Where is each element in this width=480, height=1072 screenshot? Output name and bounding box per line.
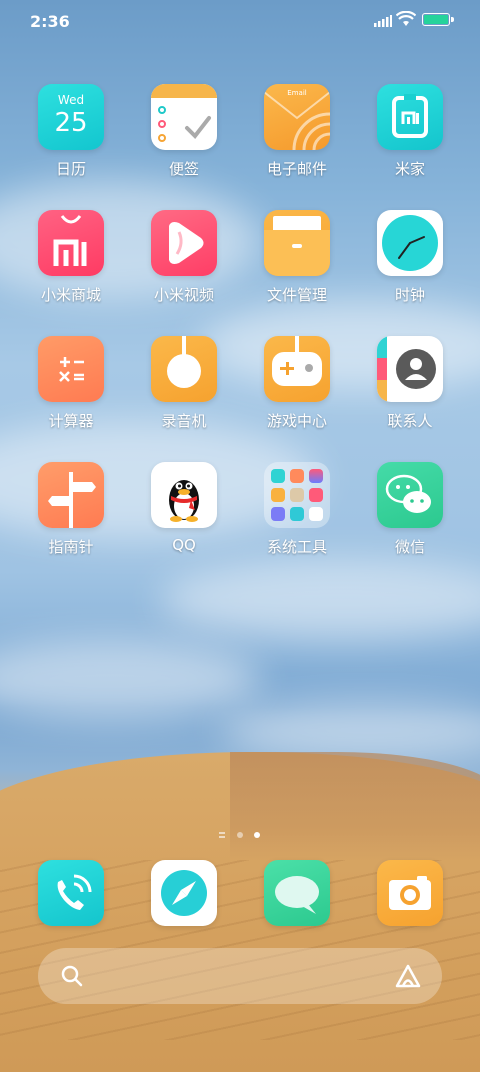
app-label: 时钟: [394, 286, 425, 304]
app-label: 计算器: [48, 412, 94, 430]
signpost-icon: [38, 462, 104, 528]
page-indicator[interactable]: [0, 830, 480, 840]
app-label: 米家: [394, 160, 425, 178]
email-icon: Email: [264, 84, 330, 150]
app-label: 系统工具: [266, 538, 327, 556]
clock-time: 2:36: [30, 12, 70, 31]
battery-icon: [422, 13, 454, 26]
app-label: 游戏中心: [266, 412, 327, 430]
page-dot[interactable]: [237, 832, 243, 838]
assistant-icon[interactable]: [394, 963, 422, 989]
app-label: QQ: [172, 536, 196, 554]
app-files[interactable]: 文件管理: [242, 210, 352, 305]
app-email[interactable]: Email 电子邮件: [242, 84, 352, 179]
app-qq[interactable]: QQ: [129, 462, 239, 554]
camera-icon: [377, 860, 443, 926]
dock-phone[interactable]: [38, 860, 104, 926]
app-recorder[interactable]: 录音机: [129, 336, 239, 431]
qq-penguin-icon: [151, 462, 217, 528]
search-icon[interactable]: [60, 964, 84, 988]
notes-icon: [151, 84, 217, 150]
app-wechat[interactable]: 微信: [355, 462, 465, 557]
app-compass[interactable]: 指南针: [16, 462, 126, 557]
app-video[interactable]: 小米视频: [129, 210, 239, 305]
mijia-icon: [377, 84, 443, 150]
folder-icon: [264, 462, 330, 528]
search-bar[interactable]: [38, 948, 442, 1004]
signal-icon: [374, 15, 392, 27]
app-calculator[interactable]: 计算器: [16, 336, 126, 431]
app-label: 微信: [394, 538, 425, 556]
app-label: 指南针: [48, 538, 94, 556]
wechat-icon: [377, 462, 443, 528]
app-gamecenter[interactable]: 游戏中心: [242, 336, 352, 431]
clock-icon: [377, 210, 443, 276]
recorder-icon: [151, 336, 217, 402]
phone-icon: [38, 860, 104, 926]
app-clock[interactable]: 时钟: [355, 210, 465, 305]
compass-browser-icon: [151, 860, 217, 926]
calendar-icon: Wed 25: [38, 84, 104, 150]
mi-mall-icon: [38, 210, 104, 276]
app-label: 日历: [55, 160, 86, 178]
app-label: 小米视频: [153, 286, 214, 304]
calculator-icon: [38, 336, 104, 402]
dock-browser[interactable]: [151, 860, 217, 926]
email-icon-text: Email: [287, 89, 307, 97]
app-label: 电子邮件: [266, 160, 327, 178]
contacts-icon: [377, 336, 443, 402]
app-label: 小米商城: [40, 286, 101, 304]
app-mijia[interactable]: 米家: [355, 84, 465, 179]
page-dot-current[interactable]: [254, 832, 260, 838]
status-bar: 2:36: [0, 0, 480, 42]
calendar-date: 25: [54, 108, 88, 138]
page-dot-home[interactable]: [219, 832, 227, 838]
app-mall[interactable]: 小米商城: [16, 210, 126, 305]
app-label: 便签: [168, 160, 199, 178]
folder-systemtools[interactable]: 系统工具: [242, 462, 352, 557]
app-notes[interactable]: 便签: [129, 84, 239, 179]
folder-icon: [264, 210, 330, 276]
app-label: 联系人: [387, 412, 433, 430]
message-bubble-icon: [264, 860, 330, 926]
dock-messages[interactable]: [264, 860, 330, 926]
gamepad-icon: [264, 336, 330, 402]
calendar-day: Wed: [57, 93, 85, 107]
app-label: 文件管理: [266, 286, 327, 304]
app-calendar[interactable]: Wed 25 日历: [16, 84, 126, 179]
app-label: 录音机: [161, 412, 207, 430]
video-play-icon: [151, 210, 217, 276]
wifi-icon: [396, 11, 416, 26]
dock-camera[interactable]: [377, 860, 443, 926]
app-contacts[interactable]: 联系人: [355, 336, 465, 431]
